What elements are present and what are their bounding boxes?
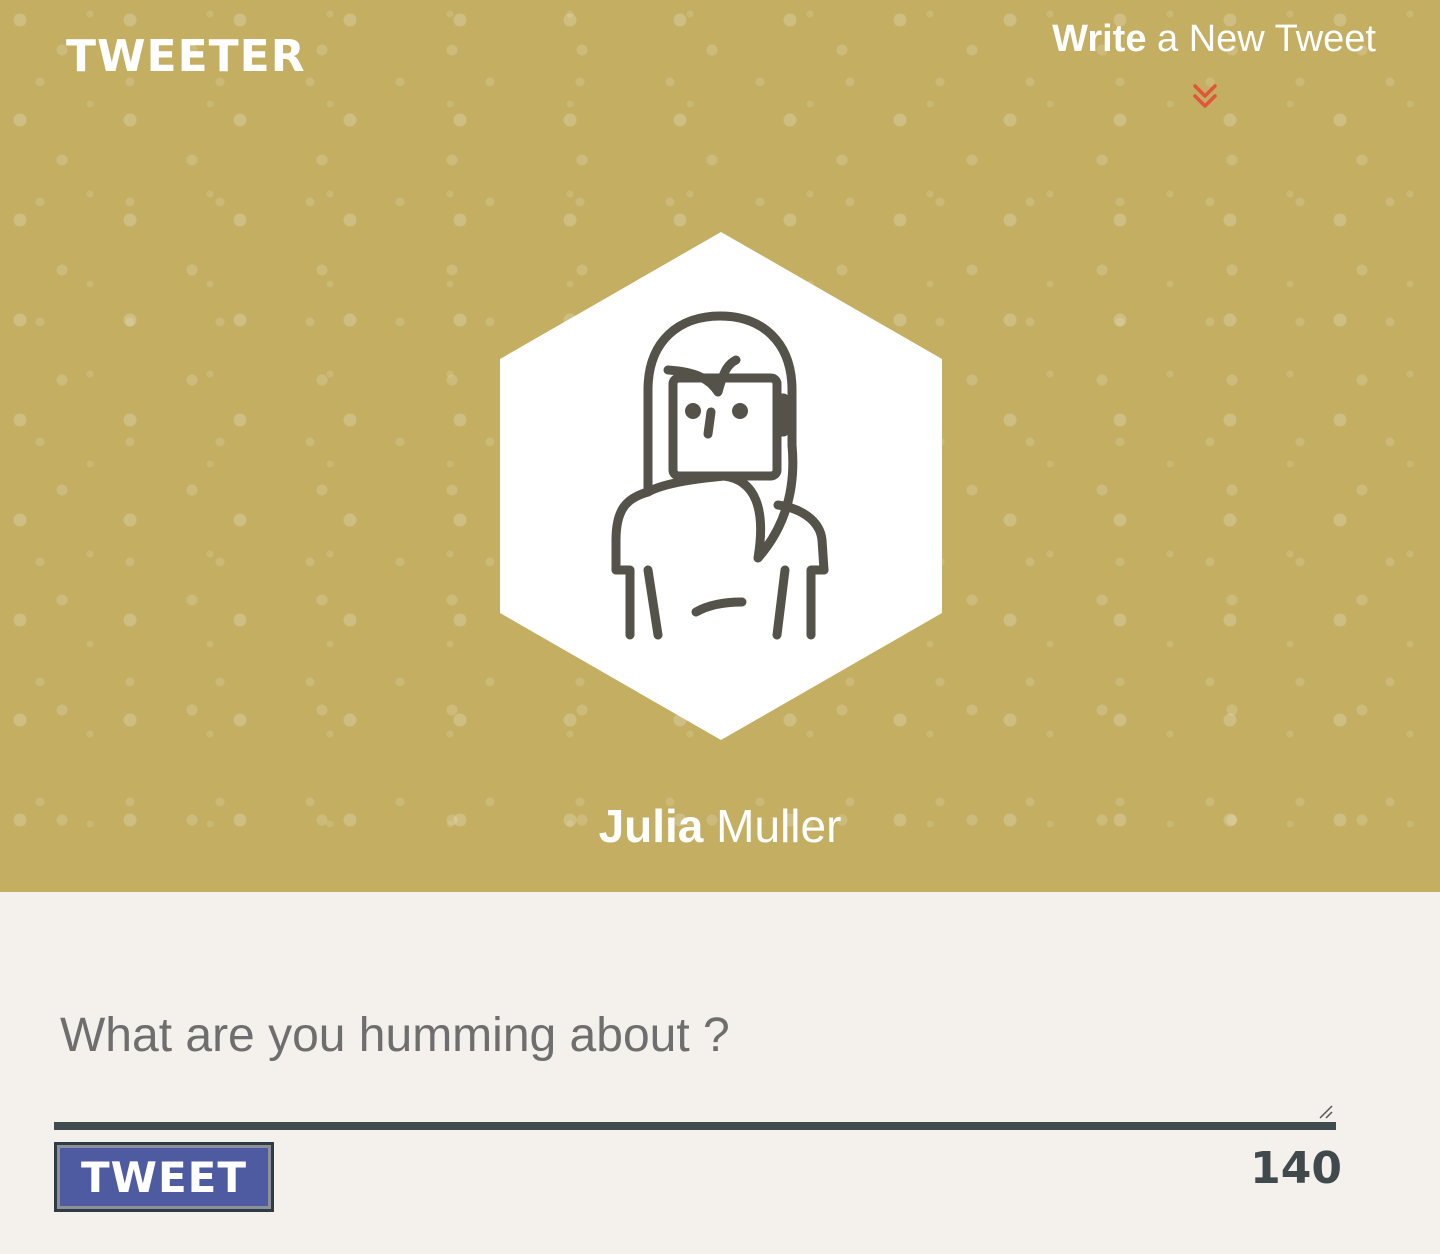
double-chevron-down-icon[interactable] bbox=[1190, 80, 1220, 114]
tweet-input[interactable] bbox=[54, 990, 1336, 1122]
character-counter: 140 bbox=[1250, 1143, 1342, 1194]
resize-grip-icon[interactable] bbox=[1318, 1104, 1334, 1120]
tweet-composer bbox=[54, 990, 1336, 1122]
write-new-tweet-link[interactable]: Write a New Tweet bbox=[1034, 18, 1376, 60]
avatar bbox=[500, 232, 942, 740]
profile-header: TWEETER Write a New Tweet Julia Muller bbox=[0, 0, 1440, 892]
first-name: Julia bbox=[598, 800, 704, 852]
composer-underline bbox=[54, 1122, 1336, 1130]
compose-link-rest: a New Tweet bbox=[1146, 18, 1376, 60]
compose-link-bold: Write bbox=[1052, 18, 1147, 60]
tweet-button[interactable]: TWEET bbox=[54, 1142, 274, 1212]
brand-logo[interactable]: TWEETER bbox=[66, 32, 306, 82]
last-name: Muller bbox=[703, 800, 842, 852]
profile-name: Julia Muller bbox=[0, 800, 1440, 852]
top-bar: TWEETER Write a New Tweet bbox=[0, 0, 1440, 122]
